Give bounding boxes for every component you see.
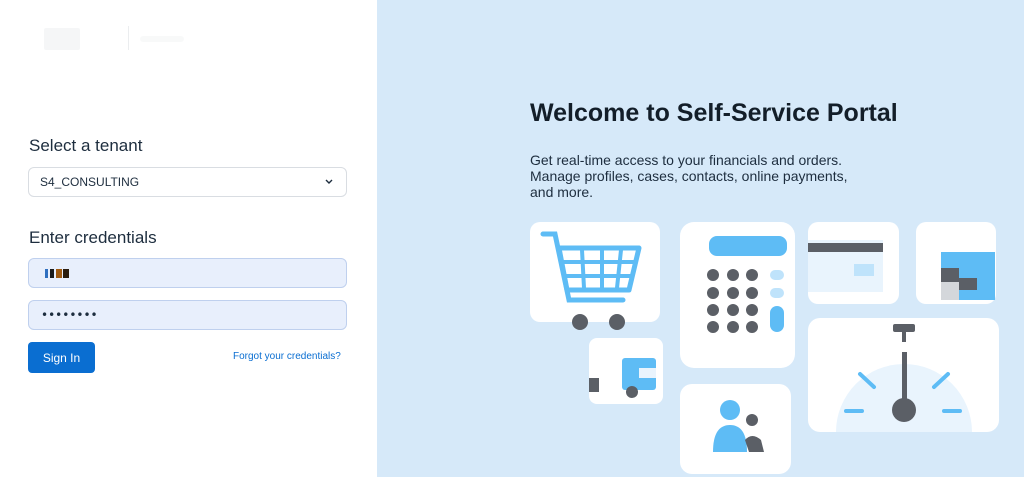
tenant-select[interactable]: S4_CONSULTING <box>28 167 347 197</box>
chevron-down-icon <box>325 179 333 184</box>
forgot-credentials-link[interactable]: Forgot your credentials? <box>233 351 341 362</box>
calculator-icon <box>680 222 795 368</box>
shopping-cart-icon <box>530 222 660 330</box>
tenant-select-value: S4_CONSULTING <box>40 175 140 189</box>
password-field[interactable]: •••••••• <box>28 300 347 330</box>
password-masked-value: •••••••• <box>41 308 98 322</box>
chart-tile-icon <box>916 222 996 304</box>
sign-in-button[interactable]: Sign In <box>28 342 95 373</box>
feature-illustration <box>530 222 999 474</box>
contacts-icon <box>680 384 791 474</box>
stopwatch-icon <box>808 318 999 432</box>
username-field[interactable] <box>28 258 347 288</box>
welcome-panel: Welcome to Self-Service Portal Get real-… <box>377 0 1024 477</box>
credit-card-icon <box>808 222 899 304</box>
company-logo <box>44 24 186 54</box>
delivery-truck-icon <box>589 338 663 404</box>
login-panel: Select a tenant S4_CONSULTING Enter cred… <box>0 0 377 477</box>
tenant-heading: Select a tenant <box>29 136 143 155</box>
username-masked-value <box>45 269 73 278</box>
credentials-heading: Enter credentials <box>29 228 157 247</box>
